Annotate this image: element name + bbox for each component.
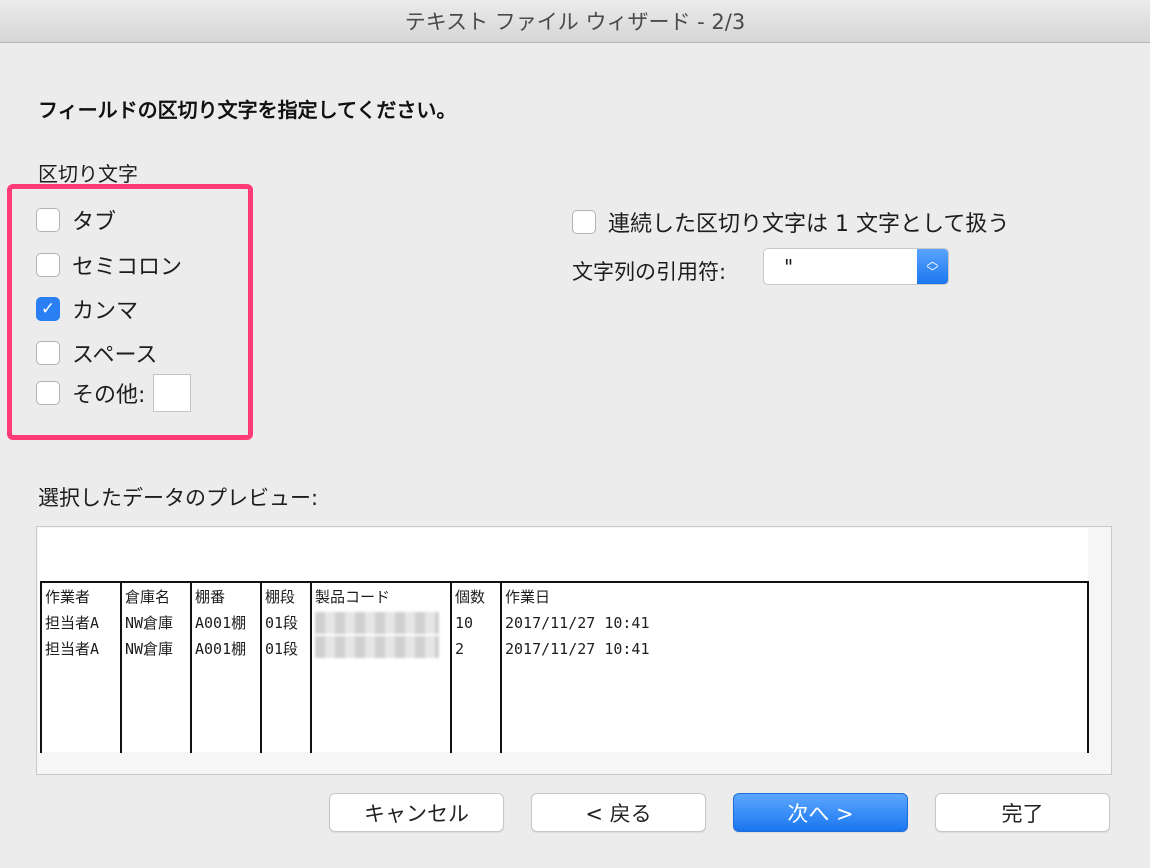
space-checkbox-row[interactable]: スペース (36, 337, 157, 369)
text-qualifier-value[interactable]: " (764, 255, 917, 279)
back-button-label[interactable]: < 戻る (585, 798, 651, 828)
text-qualifier-label: 文字列の引用符: (572, 260, 727, 284)
table-cell: 01段 (265, 614, 299, 632)
window-titlebar: テキスト ファイル ウィザード - 2/3 (0, 0, 1150, 43)
preview-column: 作業者 担当者A 担当者A (40, 583, 120, 753)
table-cell: 担当者A (45, 614, 100, 632)
redacted-cell (315, 636, 439, 658)
window-title: テキスト ファイル ウィザード - 2/3 (404, 10, 746, 34)
redacted-cell (315, 612, 439, 634)
table-cell: 2 (455, 640, 465, 658)
column-header: 個数 (455, 588, 486, 606)
cancel-button[interactable]: キャンセル (329, 793, 504, 832)
column-header: 作業者 (45, 588, 91, 606)
tab-checkbox-row[interactable]: タブ (36, 204, 116, 236)
data-preview[interactable]: 作業者 担当者A 担当者A 倉庫名 NW倉庫 NW倉庫 棚番 A001棚 A00… (36, 526, 1112, 775)
chevron-updown-icon[interactable]: ︿ ﹀ (917, 249, 948, 284)
preview-column: 個数 10 2 (450, 583, 500, 753)
other-label[interactable]: その他: (72, 377, 145, 409)
table-cell: 担当者A (45, 640, 100, 658)
semicolon-checkbox-row[interactable]: セミコロン (36, 249, 182, 281)
consecutive-label[interactable]: 連続した区切り文字は 1 文字として扱う (608, 206, 1009, 238)
finish-button-label[interactable]: 完了 (1002, 798, 1044, 828)
preview-column: 棚段 01段 01段 (260, 583, 310, 753)
comma-label[interactable]: カンマ (72, 293, 138, 325)
space-label[interactable]: スペース (72, 337, 157, 369)
comma-checkbox[interactable]: ✓ (36, 297, 60, 321)
column-header: 製品コード (315, 588, 391, 606)
other-checkbox[interactable] (36, 381, 60, 405)
next-button-label[interactable]: 次へ > (787, 798, 853, 828)
comma-checkbox-row[interactable]: ✓ カンマ (36, 293, 138, 325)
consecutive-checkbox-row[interactable]: 連続した区切り文字は 1 文字として扱う (572, 206, 1009, 238)
other-delimiter-input[interactable] (153, 374, 192, 412)
table-cell: 01段 (265, 640, 299, 658)
checkmark-icon: ✓ (40, 299, 56, 319)
space-checkbox[interactable] (36, 341, 60, 365)
column-header: 棚段 (265, 588, 296, 606)
finish-button[interactable]: 完了 (935, 793, 1110, 832)
consecutive-checkbox[interactable] (572, 210, 596, 234)
instruction-text: フィールドの区切り文字を指定してください。 (38, 98, 457, 122)
preview-column: 倉庫名 NW倉庫 NW倉庫 (120, 583, 190, 753)
table-cell: 10 (455, 614, 474, 632)
next-button[interactable]: 次へ > (733, 793, 908, 832)
preview-column: 棚番 A001棚 A001棚 (190, 583, 260, 753)
table-cell: NW倉庫 (125, 614, 174, 632)
back-button[interactable]: < 戻る (531, 793, 706, 832)
column-header: 倉庫名 (125, 588, 171, 606)
table-cell: NW倉庫 (125, 640, 174, 658)
column-header: 棚番 (195, 588, 226, 606)
preview-label: 選択したデータのプレビュー: (38, 486, 319, 510)
column-header: 作業日 (505, 588, 551, 606)
cancel-button-label[interactable]: キャンセル (364, 798, 469, 828)
preview-table: 作業者 担当者A 担当者A 倉庫名 NW倉庫 NW倉庫 棚番 A001棚 A00… (40, 581, 1089, 753)
preview-column: 作業日 2017/11/27 10:41 2017/11/27 10:41 (500, 583, 1089, 753)
tab-label[interactable]: タブ (72, 204, 116, 236)
table-cell: 2017/11/27 10:41 (505, 640, 650, 658)
tab-checkbox[interactable] (36, 208, 60, 232)
table-cell: A001棚 (195, 640, 247, 658)
preview-column: 製品コード (310, 583, 450, 753)
preview-area: 作業者 担当者A 担当者A 倉庫名 NW倉庫 NW倉庫 棚番 A001棚 A00… (38, 528, 1089, 753)
table-cell: 2017/11/27 10:41 (505, 614, 650, 632)
other-checkbox-row[interactable]: その他: (36, 374, 192, 412)
table-cell: A001棚 (195, 614, 247, 632)
text-qualifier-popup[interactable]: " ︿ ﹀ (763, 248, 949, 285)
semicolon-checkbox[interactable] (36, 253, 60, 277)
semicolon-label[interactable]: セミコロン (72, 249, 182, 281)
delimiters-group-label: 区切り文字 (38, 162, 138, 186)
